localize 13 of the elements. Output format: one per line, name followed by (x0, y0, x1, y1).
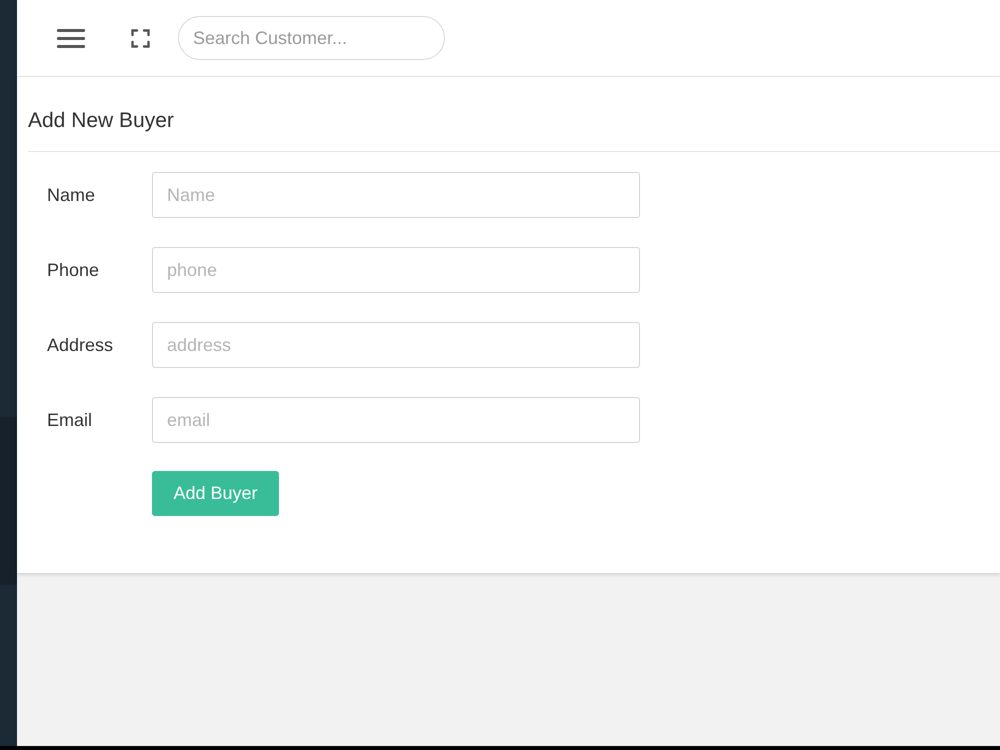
input-field[interactable]: phone (152, 247, 640, 293)
card-title: Add New Buyer (28, 108, 175, 134)
fullscreen-icon[interactable] (131, 28, 150, 48)
field-label: Phone (47, 259, 100, 282)
field-label: Name (47, 184, 96, 207)
input-field[interactable]: address (152, 322, 640, 368)
input-field[interactable]: email (152, 397, 640, 443)
input-field[interactable]: Name (152, 172, 640, 218)
menu-icon[interactable] (57, 28, 85, 48)
field-label: Address (47, 334, 114, 357)
search-field[interactable]: Search Customer... (178, 16, 445, 60)
field-label: Email (47, 409, 94, 432)
add-buyer-button[interactable]: Add Buyer (152, 471, 279, 516)
